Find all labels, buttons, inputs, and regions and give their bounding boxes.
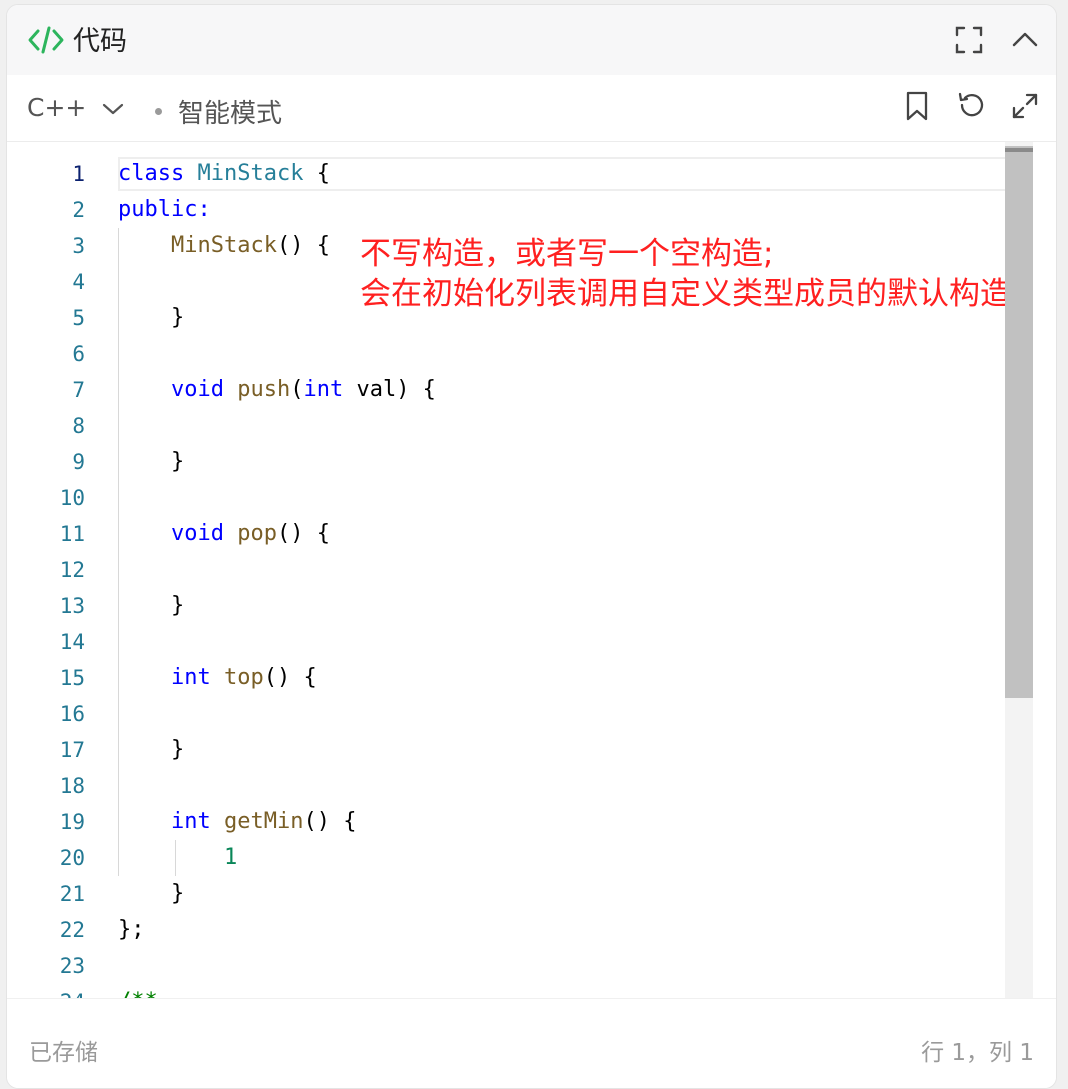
code-line: class MinStack {	[118, 161, 330, 186]
editor-toolbar: C++ 智能模式	[7, 75, 1056, 142]
status-bar: 已存储 行 1，列 1	[7, 998, 1056, 1088]
code-line: MinStack() {	[170, 233, 330, 258]
mode-label: 智能模式	[178, 99, 283, 129]
code-line: 1	[223, 845, 238, 870]
expand-icon[interactable]	[1008, 89, 1042, 123]
line-number: 18	[59, 774, 85, 798]
code-line: };	[118, 917, 145, 942]
scrollbar-thumb[interactable]	[1005, 146, 1033, 698]
line-number: 10	[59, 486, 85, 510]
bookmark-icon[interactable]	[900, 89, 934, 123]
line-number: 23	[59, 954, 85, 978]
panel-header: 代码	[7, 5, 1056, 75]
code-line: int top() {	[170, 665, 317, 690]
code-line: }	[170, 737, 185, 762]
line-number: 13	[59, 594, 85, 618]
line-number: 6	[72, 342, 85, 366]
code-icon	[27, 25, 65, 59]
code-line: void pop() {	[170, 521, 330, 546]
code-editor[interactable]: 1 2 3 4 5 6 7 8 9 10 11 12 13 14 15 16 1…	[7, 142, 1033, 998]
vertical-scrollbar[interactable]	[1005, 142, 1033, 998]
panel-title-group: 代码	[27, 25, 127, 59]
code-line: }	[170, 449, 185, 474]
line-number: 17	[59, 738, 85, 762]
line-number: 7	[72, 378, 85, 402]
line-number: 9	[72, 450, 85, 474]
reset-icon[interactable]	[954, 89, 988, 123]
code-line: }	[170, 593, 185, 618]
code-line: void push(int val) {	[170, 377, 436, 402]
collapse-chevron-up-icon[interactable]	[1008, 23, 1042, 57]
line-number: 11	[59, 522, 85, 546]
line-number: 14	[59, 630, 85, 654]
saved-status: 已存储	[29, 1040, 98, 1066]
fullscreen-icon[interactable]	[952, 23, 986, 57]
line-number: 3	[72, 234, 85, 258]
line-number: 15	[59, 666, 85, 690]
language-label: C++	[27, 93, 87, 122]
line-number: 2	[72, 198, 85, 222]
code-line: }	[170, 881, 185, 906]
code-line: public:	[118, 197, 211, 222]
annotation-line: 不写构造，或者写一个空构造;	[360, 236, 774, 272]
line-number: 12	[59, 558, 85, 582]
line-number: 22	[59, 918, 85, 942]
line-number: 8	[72, 414, 85, 438]
line-number: 19	[59, 810, 85, 834]
cursor-position-marker	[1005, 148, 1033, 152]
panel-title: 代码	[73, 26, 127, 57]
toolbar-actions	[900, 89, 1042, 123]
language-select[interactable]: C++	[27, 93, 124, 122]
code-line: int getMin() {	[170, 809, 357, 834]
code-line: /**	[118, 984, 158, 998]
cursor-position: 行 1，列 1	[921, 1040, 1034, 1066]
header-actions	[952, 23, 1042, 57]
line-number: 21	[59, 882, 85, 906]
code-line: }	[170, 305, 185, 330]
line-number: 16	[59, 702, 85, 726]
line-number: 20	[59, 846, 85, 870]
line-number-gutter: 1 2 3 4 5 6 7 8 9 10 11 12 13 14 15 16 1…	[7, 142, 97, 998]
line-number: 4	[72, 270, 85, 294]
chevron-down-icon	[102, 93, 124, 122]
line-number: 24	[7, 984, 85, 998]
code-panel: 代码 C++ 智能模式 1 2 3 4 5 6 7 8 9 10 11 12 1…	[6, 4, 1057, 1089]
annotation-line: 会在初始化列表调用自定义类型成员的默认构造	[360, 276, 1011, 312]
mode-dot-icon	[155, 108, 162, 115]
line-number: 5	[72, 306, 85, 330]
annotation-text: 不写构造，或者写一个空构造; 会在初始化列表调用自定义类型成员的默认构造	[360, 234, 1011, 314]
smart-mode-toggle[interactable]: 智能模式	[155, 93, 282, 130]
line-number: 1	[72, 162, 85, 186]
